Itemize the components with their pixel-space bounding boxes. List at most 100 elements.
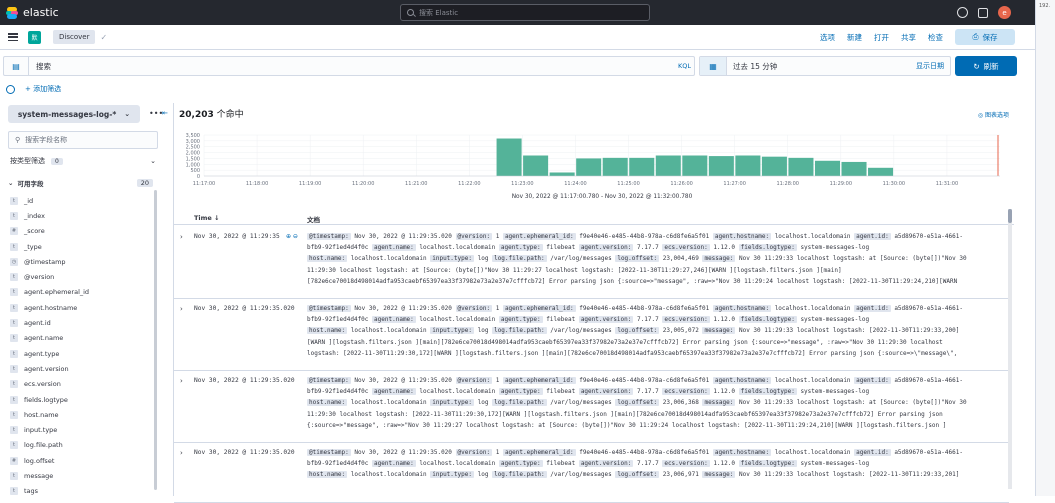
side-ip-text: 192. [1039, 3, 1051, 9]
save-button[interactable]: ⎙ 保存 [955, 29, 1015, 45]
field-item[interactable]: t host.name [10, 407, 150, 422]
doc-line: bfb9-92f1ed4d4f0c agent.name: localhost.… [307, 386, 997, 397]
available-fields-header[interactable]: ⌄ 可用字段 20 [8, 178, 153, 188]
notifications-icon[interactable] [978, 7, 988, 18]
histogram-chart[interactable]: 3,5003,0002,5002,0001,5001,000500011:17:… [174, 123, 1014, 205]
doc-field-value: logstash: [2022-11-30T11:29:30,172][WARN… [307, 349, 958, 357]
doc-line: logstash: [2022-11-30T11:29:30,172][WARN… [307, 348, 997, 359]
space-badge[interactable]: 默 [28, 30, 41, 44]
doc-field-value: system-messages-log [800, 460, 870, 468]
field-name: log.offset [24, 456, 55, 465]
doc-field-key: input.type: [430, 471, 474, 479]
doc-field-value: localhost.localdomain [350, 471, 427, 479]
show-dates-link[interactable]: 显示日期 [916, 61, 944, 71]
saved-query-glyph: ▤ [12, 61, 20, 71]
filter-by-type-toggle[interactable]: 按类型筛选 0 ⌄ [10, 156, 160, 166]
doc-field-key: log.file.path: [492, 399, 547, 407]
field-item[interactable]: t fields.logtype [10, 392, 150, 407]
query-input[interactable]: ▤ 搜索 KQL [3, 56, 695, 76]
field-item[interactable]: t agent.ephemeral_id [10, 285, 150, 300]
field-item[interactable]: t agent.version [10, 361, 150, 376]
table-row[interactable]: › Nov 30, 2022 @ 11:29:35.020 @timestamp: … [174, 299, 1009, 371]
brand-name: elastic [23, 6, 59, 19]
global-search-input[interactable]: 搜索 Elastic [400, 4, 650, 21]
doc-field-value: Nov 30 11:29:33 localhost logstash: [202… [738, 471, 960, 479]
doc-field-value: Nov 30 11:29:33 localhost logstash: at [… [738, 399, 967, 407]
menu-options[interactable]: 选项 [820, 32, 835, 43]
field-search-placeholder: 搜索字段名称 [25, 136, 68, 144]
table-row[interactable]: › Nov 30, 2022 @ 11:29:35.020 @timestamp: … [174, 371, 1009, 443]
field-item[interactable]: # log.offset [10, 453, 150, 468]
field-item[interactable]: t agent.hostname [10, 300, 150, 315]
help-icon[interactable] [957, 7, 968, 18]
col-time[interactable]: Time ↓ [194, 214, 220, 222]
field-item[interactable]: t tags [10, 484, 150, 499]
menu-toggle-icon[interactable] [8, 33, 18, 41]
add-filter-link[interactable]: + 添加筛选 [25, 84, 61, 94]
sidebar-scrollbar[interactable] [154, 190, 157, 490]
table-row[interactable]: › Nov 30, 2022 @ 11:29:35 ⊕ ⊖ @timestamp: N… [174, 227, 1009, 299]
field-search-input[interactable]: ⚲ 搜索字段名称 [8, 131, 158, 149]
kql-toggle[interactable]: KQL [678, 62, 691, 70]
doc-field-value: a5d89670-e51a-4661- [894, 449, 963, 456]
expand-row-icon[interactable]: › [180, 233, 183, 241]
doc-field-value: f9e40e46-e485-44b8-978a-c6d8fe6a5f01 [579, 377, 710, 384]
x-tick-label: 11:17:00 [193, 181, 215, 187]
field-item[interactable]: t log.file.path [10, 438, 150, 453]
menu-inspect[interactable]: 检查 [928, 32, 943, 43]
doc-field-key: fields.logtype: [738, 460, 797, 468]
breadcrumb-discover[interactable]: Discover [53, 30, 96, 44]
doc-field-value: 1 [495, 305, 500, 312]
field-name: host.name [24, 410, 59, 419]
saved-query-icon[interactable]: ▤ [4, 57, 29, 75]
chart-options-button[interactable]: ◎ 图表选项 [978, 110, 1009, 119]
user-avatar[interactable]: e [998, 6, 1011, 19]
calendar-icon[interactable]: ▦ [700, 57, 727, 75]
doc-line: 11:29:30 localhost logstash: at [Source:… [307, 265, 997, 276]
doc-line: bfb9-92f1ed4d4f0c agent.name: localhost.… [307, 242, 997, 253]
field-item[interactable]: t _type [10, 239, 150, 254]
doc-field-value: 7.17.7 [637, 316, 659, 324]
field-item[interactable]: t input.type [10, 422, 150, 437]
field-name: agent.version [24, 364, 69, 373]
x-tick-label: 11:20:00 [352, 181, 374, 187]
menu-open[interactable]: 打开 [874, 32, 889, 43]
search-icon: ⚲ [15, 136, 21, 144]
menu-share[interactable]: 共享 [901, 32, 916, 43]
expand-row-icon[interactable]: › [180, 305, 183, 313]
table-row[interactable]: › Nov 30, 2022 @ 11:29:35.020 @timestamp: … [174, 443, 1009, 503]
histogram-bar [629, 157, 655, 176]
menu-new[interactable]: 新建 [847, 32, 862, 43]
doc-field-key: log.offset: [615, 255, 660, 263]
field-item[interactable]: t agent.id [10, 315, 150, 330]
histogram-bar [655, 155, 681, 176]
save-label: 保存 [982, 32, 998, 42]
field-item[interactable]: # _score [10, 224, 150, 239]
field-item[interactable]: t _id [10, 193, 150, 208]
field-item[interactable]: t agent.name [10, 331, 150, 346]
refresh-button[interactable]: ↻ 刷新 [955, 56, 1017, 76]
field-item[interactable]: t _index [10, 208, 150, 223]
doc-field-key: log.offset: [615, 471, 660, 479]
expand-row-icon[interactable]: › [180, 377, 183, 385]
doc-field-key: ecs.version: [662, 388, 710, 396]
doc-field-key: log.file.path: [492, 255, 547, 263]
doc-field-key: agent.name: [372, 460, 416, 468]
field-type-icon: t [10, 196, 18, 205]
field-item[interactable]: ◷ @timestamp [10, 254, 150, 269]
filter-options-icon[interactable] [6, 84, 15, 94]
elastic-logo[interactable]: elastic [6, 6, 126, 19]
results-scrollbar[interactable] [1008, 209, 1012, 489]
field-item[interactable]: t @version [10, 269, 150, 284]
collapse-sidebar-icon[interactable]: ⇤ [162, 109, 168, 117]
expand-row-icon[interactable]: › [180, 449, 183, 457]
field-type-icon: t [10, 380, 18, 389]
index-pattern-select[interactable]: system-messages-log-* ⌄ [8, 105, 140, 123]
doc-field-key: agent.id: [854, 449, 891, 456]
filter-value-icon[interactable]: ⊕ ⊖ [286, 233, 298, 240]
field-item[interactable]: t agent.type [10, 346, 150, 361]
field-item[interactable]: t ecs.version [10, 377, 150, 392]
time-picker[interactable]: ▦ 过去 15 分钟 显示日期 [699, 56, 951, 76]
field-item[interactable]: t message [10, 468, 150, 483]
doc-field-key: agent.hostname: [712, 305, 772, 312]
